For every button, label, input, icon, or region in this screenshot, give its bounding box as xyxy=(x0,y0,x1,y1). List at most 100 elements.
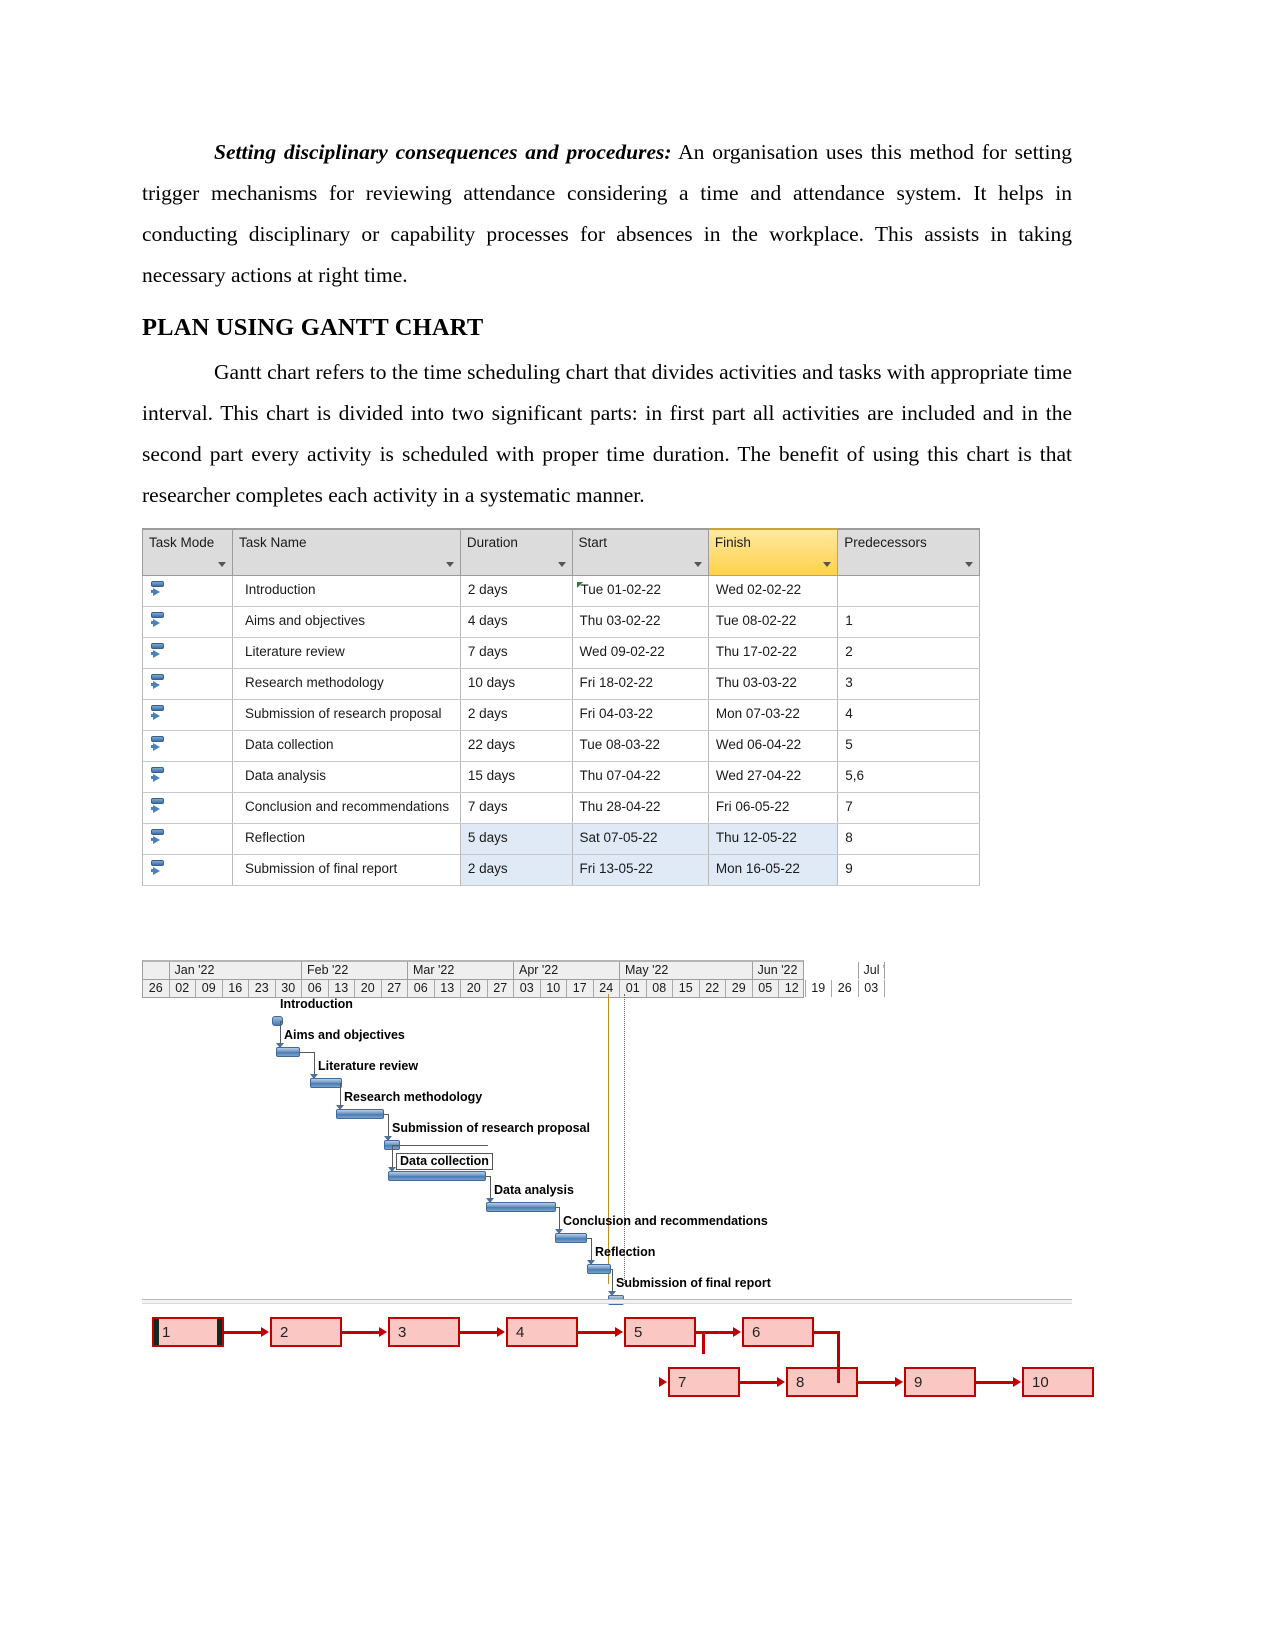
task-duration-cell[interactable]: 2 days xyxy=(459,854,573,886)
task-finish-cell[interactable]: Wed 02-02-22 xyxy=(707,575,839,607)
chevron-down-icon[interactable] xyxy=(823,562,832,567)
task-duration-cell[interactable]: 5 days xyxy=(459,823,573,855)
task-start-cell[interactable]: Tue 01-02-22 xyxy=(571,575,709,607)
gantt-bar[interactable] xyxy=(587,1264,611,1274)
table-row[interactable]: Data collection 22 days Tue 08-03-22 Wed 06… xyxy=(142,730,980,762)
task-mode-cell[interactable] xyxy=(142,823,233,855)
chevron-down-icon[interactable] xyxy=(693,562,702,567)
task-predecessors-cell[interactable]: 2 xyxy=(837,637,980,669)
task-name-cell[interactable]: Submission of final report xyxy=(231,854,461,886)
table-row[interactable]: Reflection 5 days Sat 07-05-22 Thu 12-05-22… xyxy=(142,823,980,855)
network-node[interactable]: 3 xyxy=(388,1317,460,1347)
task-mode-cell[interactable] xyxy=(142,637,233,669)
task-name-cell[interactable]: Aims and objectives xyxy=(231,606,461,638)
task-predecessors-cell[interactable]: 5 xyxy=(837,730,980,762)
gantt-bar[interactable] xyxy=(486,1202,556,1212)
task-predecessors-cell[interactable]: 1 xyxy=(837,606,980,638)
column-header-duration[interactable]: Duration xyxy=(459,528,573,576)
task-predecessors-cell[interactable]: 3 xyxy=(837,668,980,700)
task-duration-cell[interactable]: 10 days xyxy=(459,668,573,700)
network-node[interactable]: 2 xyxy=(270,1317,342,1347)
network-node[interactable]: 7 xyxy=(668,1367,740,1397)
task-predecessors-cell[interactable]: 7 xyxy=(837,792,980,824)
task-duration-cell[interactable]: 4 days xyxy=(459,606,573,638)
table-row[interactable]: Submission of research proposal 2 days Fri… xyxy=(142,699,980,731)
column-header-task-mode[interactable]: Task Mode xyxy=(142,528,233,576)
task-predecessors-cell[interactable] xyxy=(837,575,980,607)
task-start-cell[interactable]: Thu 28-04-22 xyxy=(571,792,709,824)
task-start-cell[interactable]: Fri 13-05-22 xyxy=(571,854,709,886)
task-start-cell[interactable]: Fri 18-02-22 xyxy=(571,668,709,700)
task-name-cell[interactable]: Introduction xyxy=(231,575,461,607)
task-finish-cell[interactable]: Tue 08-02-22 xyxy=(707,606,839,638)
task-finish-cell[interactable]: Wed 06-04-22 xyxy=(707,730,839,762)
task-mode-cell[interactable] xyxy=(142,730,233,762)
network-node[interactable]: 6 xyxy=(742,1317,814,1347)
task-start-cell[interactable]: Thu 07-04-22 xyxy=(571,761,709,793)
chevron-down-icon[interactable] xyxy=(965,562,973,567)
column-header-task-name[interactable]: Task Name xyxy=(231,528,461,576)
gantt-bar[interactable] xyxy=(388,1171,486,1181)
task-duration-cell[interactable]: 15 days xyxy=(459,761,573,793)
task-finish-cell[interactable]: Thu 17-02-22 xyxy=(707,637,839,669)
gantt-bar[interactable] xyxy=(336,1109,384,1119)
task-mode-cell[interactable] xyxy=(142,792,233,824)
table-row[interactable]: Aims and objectives 4 days Thu 03-02-22 Tue… xyxy=(142,606,980,638)
network-connector xyxy=(858,1380,895,1384)
column-header-predecessors[interactable]: Predecessors xyxy=(837,528,980,576)
table-row[interactable]: Introduction 2 days Tue 01-02-22 Wed 02-02-… xyxy=(142,575,980,607)
table-row[interactable]: Data analysis 15 days Thu 07-04-22 Wed 27-0… xyxy=(142,761,980,793)
chevron-down-icon[interactable] xyxy=(217,562,226,567)
task-predecessors-cell[interactable]: 4 xyxy=(837,699,980,731)
task-mode-cell[interactable] xyxy=(142,668,233,700)
chevron-down-icon[interactable] xyxy=(445,562,454,567)
task-start-cell[interactable]: Thu 03-02-22 xyxy=(571,606,709,638)
task-finish-cell[interactable]: Mon 07-03-22 xyxy=(707,699,839,731)
task-finish-cell[interactable]: Thu 03-03-22 xyxy=(707,668,839,700)
task-duration-cell[interactable]: 2 days xyxy=(459,699,573,731)
network-node[interactable]: 1 xyxy=(152,1317,224,1347)
task-predecessors-cell[interactable]: 5,6 xyxy=(837,761,980,793)
task-name-cell[interactable]: Reflection xyxy=(231,823,461,855)
network-node[interactable]: 4 xyxy=(506,1317,578,1347)
task-mode-cell[interactable] xyxy=(142,575,233,607)
column-header-start[interactable]: Start xyxy=(571,528,709,576)
network-node[interactable]: 8 xyxy=(786,1367,858,1397)
task-duration-cell[interactable]: 7 days xyxy=(459,792,573,824)
task-name-cell[interactable]: Conclusion and recommendations xyxy=(231,792,461,824)
task-predecessors-cell[interactable]: 9 xyxy=(837,854,980,886)
task-duration-cell[interactable]: 22 days xyxy=(459,730,573,762)
task-start-cell[interactable]: Wed 09-02-22 xyxy=(571,637,709,669)
task-finish-cell[interactable]: Wed 27-04-22 xyxy=(707,761,839,793)
task-mode-cell[interactable] xyxy=(142,606,233,638)
gantt-bar[interactable] xyxy=(555,1233,587,1243)
task-duration-cell[interactable]: 2 days xyxy=(459,575,573,607)
chevron-down-icon[interactable] xyxy=(557,562,566,567)
task-duration-cell[interactable]: 7 days xyxy=(459,637,573,669)
table-row[interactable]: Conclusion and recommendations 7 days Thu … xyxy=(142,792,980,824)
gantt-bar[interactable] xyxy=(310,1078,342,1088)
task-mode-cell[interactable] xyxy=(142,699,233,731)
task-name-cell[interactable]: Submission of research proposal xyxy=(231,699,461,731)
task-name-cell[interactable]: Data collection xyxy=(231,730,461,762)
task-finish-cell[interactable]: Fri 06-05-22 xyxy=(707,792,839,824)
table-row[interactable]: Literature review 7 days Wed 09-02-22 Thu 1… xyxy=(142,637,980,669)
task-name-cell[interactable]: Data analysis xyxy=(231,761,461,793)
task-mode-cell[interactable] xyxy=(142,854,233,886)
table-row[interactable]: Research methodology 10 days Fri 18-02-22 T… xyxy=(142,668,980,700)
task-name-cell[interactable]: Literature review xyxy=(231,637,461,669)
network-node[interactable]: 5 xyxy=(624,1317,696,1347)
task-finish-cell[interactable]: Thu 12-05-22 xyxy=(707,823,839,855)
network-node[interactable]: 10 xyxy=(1022,1367,1094,1397)
task-start-cell[interactable]: Sat 07-05-22 xyxy=(571,823,709,855)
task-mode-cell[interactable] xyxy=(142,761,233,793)
task-predecessors-cell[interactable]: 8 xyxy=(837,823,980,855)
task-start-cell[interactable]: Fri 04-03-22 xyxy=(571,699,709,731)
task-finish-cell[interactable]: Mon 16-05-22 xyxy=(707,854,839,886)
table-row[interactable]: Submission of final report 2 days Fri 13-0… xyxy=(142,854,980,886)
task-name-cell[interactable]: Research methodology xyxy=(231,668,461,700)
column-header-finish[interactable]: Finish xyxy=(707,528,839,576)
gantt-bar[interactable] xyxy=(276,1047,300,1057)
task-start-cell[interactable]: Tue 08-03-22 xyxy=(571,730,709,762)
network-node[interactable]: 9 xyxy=(904,1367,976,1397)
